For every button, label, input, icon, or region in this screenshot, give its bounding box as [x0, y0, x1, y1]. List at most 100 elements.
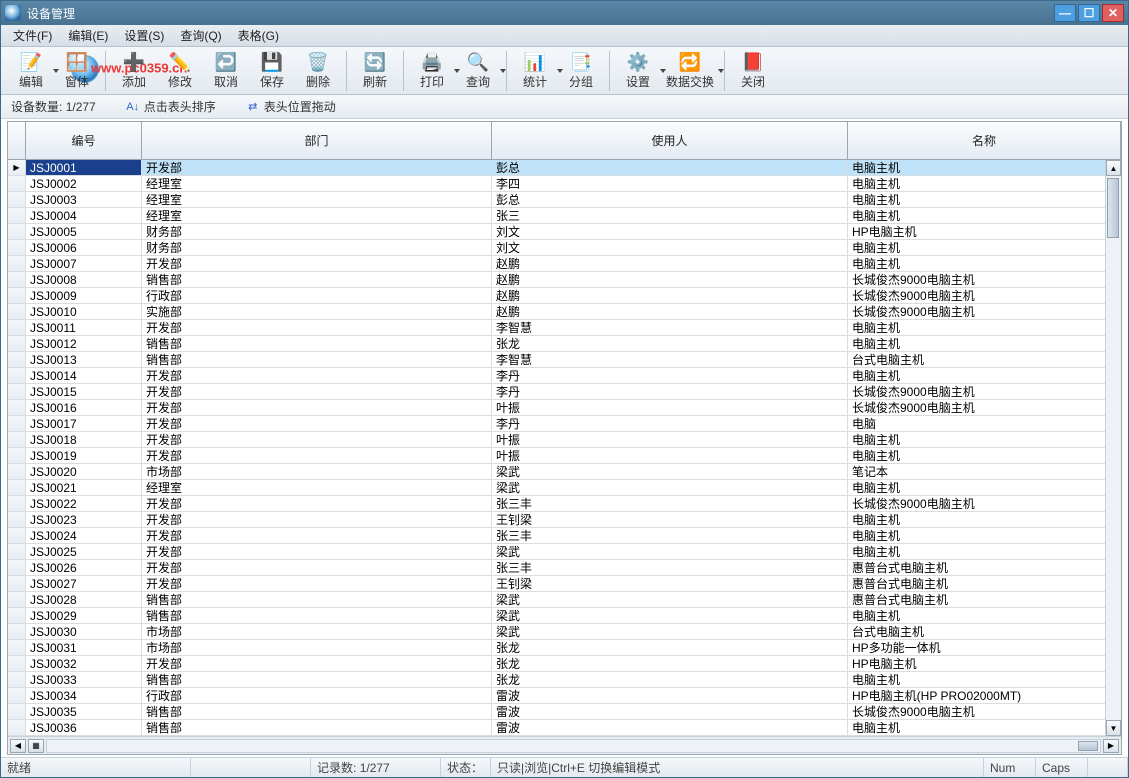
- cell-name: 惠普台式电脑主机: [848, 576, 1121, 591]
- column-user[interactable]: 使用人: [492, 122, 848, 159]
- cell-dept: 开发部: [142, 576, 492, 591]
- table-row[interactable]: JSJ0035销售部雷波长城俊杰9000电脑主机: [8, 704, 1121, 720]
- table-row[interactable]: JSJ0033销售部张龙电脑主机: [8, 672, 1121, 688]
- tool-group[interactable]: 📑分组: [559, 49, 603, 93]
- tool-delete[interactable]: 🗑️删除: [296, 49, 340, 93]
- table-row[interactable]: JSJ0004经理室张三电脑主机: [8, 208, 1121, 224]
- tool-modify[interactable]: ✏️修改: [158, 49, 202, 93]
- maximize-button[interactable]: ☐: [1078, 4, 1100, 22]
- cell-dept: 销售部: [142, 352, 492, 367]
- table-row[interactable]: JSJ0015开发部李丹长城俊杰9000电脑主机: [8, 384, 1121, 400]
- cell-id: JSJ0015: [26, 384, 142, 399]
- cell-name: HP多功能一体机: [848, 640, 1121, 655]
- table-row[interactable]: JSJ0023开发部王钊梁电脑主机: [8, 512, 1121, 528]
- column-dept[interactable]: 部门: [142, 122, 492, 159]
- cell-dept: 开发部: [142, 512, 492, 527]
- table-row[interactable]: JSJ0009行政部赵鹏长城俊杰9000电脑主机: [8, 288, 1121, 304]
- table-row[interactable]: JSJ0003经理室彭总电脑主机: [8, 192, 1121, 208]
- table-row[interactable]: JSJ0024开发部张三丰电脑主机: [8, 528, 1121, 544]
- table-row[interactable]: JSJ0025开发部梁武电脑主机: [8, 544, 1121, 560]
- cell-id: JSJ0009: [26, 288, 142, 303]
- cell-name: 惠普台式电脑主机: [848, 592, 1121, 607]
- tool-stat[interactable]: 📊统计: [513, 49, 557, 93]
- tool-close[interactable]: 📕关闭: [731, 49, 775, 93]
- scroll-down-button[interactable]: ▼: [1106, 720, 1121, 736]
- table-row[interactable]: JSJ0036销售部雷波电脑主机: [8, 720, 1121, 736]
- table-row[interactable]: JSJ0016开发部叶振长城俊杰9000电脑主机: [8, 400, 1121, 416]
- cell-name: 电脑主机: [848, 672, 1121, 687]
- tool-refresh[interactable]: 🔄刷新: [353, 49, 397, 93]
- column-name[interactable]: 名称: [848, 122, 1121, 159]
- table-row[interactable]: JSJ0019开发部叶振电脑主机: [8, 448, 1121, 464]
- tool-setup[interactable]: ⚙️设置: [616, 49, 660, 93]
- menu-setting[interactable]: 设置(S): [118, 25, 170, 46]
- table-row[interactable]: JSJ0006财务部刘文电脑主机: [8, 240, 1121, 256]
- tool-edit[interactable]: 📝编辑: [9, 49, 53, 93]
- vertical-scrollbar[interactable]: ▲ ▼: [1105, 160, 1121, 736]
- table-row[interactable]: JSJ0018开发部叶振电脑主机: [8, 432, 1121, 448]
- tool-print[interactable]: 🖨️打印: [410, 49, 454, 93]
- tool-query[interactable]: 🔍查询: [456, 49, 500, 93]
- table-row[interactable]: JSJ0027开发部王钊梁惠普台式电脑主机: [8, 576, 1121, 592]
- menu-query[interactable]: 查询(Q): [174, 25, 227, 46]
- table-row[interactable]: JSJ0029销售部梁武电脑主机: [8, 608, 1121, 624]
- row-indicator: [8, 512, 26, 527]
- cell-id: JSJ0004: [26, 208, 142, 223]
- hscroll-thumb[interactable]: [1078, 741, 1098, 751]
- table-row[interactable]: JSJ0001开发部彭总电脑主机: [8, 160, 1121, 176]
- table-row[interactable]: JSJ0017开发部李丹电脑: [8, 416, 1121, 432]
- cell-name: 电脑主机: [848, 512, 1121, 527]
- table-row[interactable]: JSJ0030市场部梁武台式电脑主机: [8, 624, 1121, 640]
- scroll-thumb[interactable]: [1107, 178, 1119, 238]
- minimize-button[interactable]: —: [1054, 4, 1076, 22]
- cell-dept: 开发部: [142, 544, 492, 559]
- table-row[interactable]: JSJ0007开发部赵鹏电脑主机: [8, 256, 1121, 272]
- table-row[interactable]: JSJ0013销售部李智慧台式电脑主机: [8, 352, 1121, 368]
- scroll-up-button[interactable]: ▲: [1106, 160, 1121, 176]
- table-row[interactable]: JSJ0032开发部张龙HP电脑主机: [8, 656, 1121, 672]
- table-row[interactable]: JSJ0005财务部刘文HP电脑主机: [8, 224, 1121, 240]
- tool-cancel[interactable]: ↩️取消: [204, 49, 248, 93]
- app-window: 设备管理 — ☐ ✕ 文件(F) 编辑(E) 设置(S) 查询(Q) 表格(G)…: [0, 0, 1129, 778]
- row-indicator: [8, 480, 26, 495]
- row-indicator: [8, 544, 26, 559]
- tool-window[interactable]: 🪟窗体: [55, 49, 99, 93]
- close-icon: 📕: [742, 51, 764, 73]
- table-row[interactable]: JSJ0011开发部李智慧电脑主机: [8, 320, 1121, 336]
- horizontal-scrollbar[interactable]: ◀ ▦ ▶: [8, 736, 1121, 754]
- cell-dept: 开发部: [142, 160, 492, 175]
- column-id[interactable]: 编号: [26, 122, 142, 159]
- cell-name: 长城俊杰9000电脑主机: [848, 400, 1121, 415]
- close-button[interactable]: ✕: [1102, 4, 1124, 22]
- cell-dept: 销售部: [142, 720, 492, 735]
- table-row[interactable]: JSJ0010实施部赵鹏长城俊杰9000电脑主机: [8, 304, 1121, 320]
- menu-table[interactable]: 表格(G): [232, 25, 285, 46]
- table-row[interactable]: JSJ0012销售部张龙电脑主机: [8, 336, 1121, 352]
- table-row[interactable]: JSJ0034行政部雷波HP电脑主机(HP PRO02000MT): [8, 688, 1121, 704]
- cell-dept: 开发部: [142, 320, 492, 335]
- grid-body[interactable]: JSJ0001开发部彭总电脑主机JSJ0002经理室李四电脑主机JSJ0003经…: [8, 160, 1121, 736]
- table-row[interactable]: JSJ0002经理室李四电脑主机: [8, 176, 1121, 192]
- table-row[interactable]: JSJ0008销售部赵鹏长城俊杰9000电脑主机: [8, 272, 1121, 288]
- table-row[interactable]: JSJ0022开发部张三丰长城俊杰9000电脑主机: [8, 496, 1121, 512]
- tool-save[interactable]: 💾保存: [250, 49, 294, 93]
- table-row[interactable]: JSJ0026开发部张三丰惠普台式电脑主机: [8, 560, 1121, 576]
- cell-id: JSJ0024: [26, 528, 142, 543]
- cell-user: 梁武: [492, 624, 848, 639]
- titlebar[interactable]: 设备管理 — ☐ ✕: [1, 1, 1128, 25]
- menu-edit[interactable]: 编辑(E): [62, 25, 114, 46]
- scroll-right-button[interactable]: ▶: [1103, 739, 1119, 753]
- cell-user: 赵鹏: [492, 288, 848, 303]
- table-row[interactable]: JSJ0014开发部李丹电脑主机: [8, 368, 1121, 384]
- tool-add[interactable]: ➕添加: [112, 49, 156, 93]
- table-row[interactable]: JSJ0028销售部梁武惠普台式电脑主机: [8, 592, 1121, 608]
- table-row[interactable]: JSJ0031市场部张龙HP多功能一体机: [8, 640, 1121, 656]
- table-row[interactable]: JSJ0020市场部梁武笔记本: [8, 464, 1121, 480]
- cell-user: 彭总: [492, 192, 848, 207]
- menu-file[interactable]: 文件(F): [7, 25, 58, 46]
- scroll-tab-icon[interactable]: ▦: [28, 739, 44, 753]
- scroll-left-button[interactable]: ◀: [10, 739, 26, 753]
- table-row[interactable]: JSJ0021经理室梁武电脑主机: [8, 480, 1121, 496]
- row-indicator: [8, 624, 26, 639]
- tool-exchange[interactable]: 🔁数据交换: [662, 49, 718, 93]
